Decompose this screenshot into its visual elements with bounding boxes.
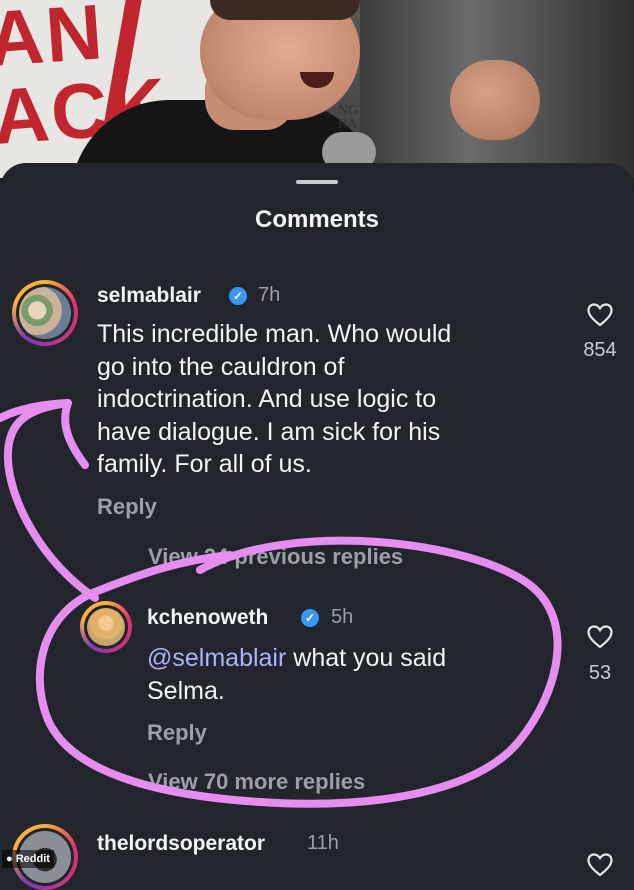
sign-text: NG RA <box>338 103 359 132</box>
like-count: 854 <box>583 339 617 361</box>
mention-link[interactable]: @selmablair <box>147 644 286 672</box>
watermark-text: Reddit <box>15 853 50 865</box>
speaker-fist <box>450 60 540 140</box>
reply-button[interactable]: Reply <box>97 494 157 520</box>
like-count: 53 <box>588 662 612 684</box>
heart-icon[interactable] <box>587 303 613 327</box>
verified-badge-icon: ✓ <box>301 609 319 627</box>
comment-username[interactable]: thelordsoperator <box>97 832 265 856</box>
comment-text: This incredible man. Who would go into t… <box>97 320 452 478</box>
avatar-image <box>19 287 71 339</box>
verified-badge-icon: ✓ <box>229 287 247 305</box>
heart-icon[interactable] <box>587 625 613 649</box>
comment-time: 11h <box>307 832 339 854</box>
comment-time: 7h <box>258 284 281 306</box>
reply-button[interactable]: Reply <box>147 720 207 746</box>
view-previous-replies-link[interactable]: View 24 previous replies <box>148 544 403 570</box>
reddit-logo-icon: ● Reddit <box>2 850 54 868</box>
avatar-kchenoweth[interactable] <box>80 601 132 653</box>
video-thumbnail[interactable]: AN ACK NG RA <box>0 0 634 178</box>
sheet-drag-handle[interactable] <box>296 180 338 184</box>
heart-icon[interactable] <box>587 853 613 877</box>
comment-username[interactable]: selmablair <box>97 284 201 308</box>
avatar-image <box>87 608 125 646</box>
reply-text: @selmablair what you said Selma. <box>147 642 547 707</box>
comments-sheet <box>0 163 634 870</box>
reply-time: 5h <box>331 606 354 628</box>
view-more-replies-link[interactable]: View 70 more replies <box>148 769 365 795</box>
reply-username[interactable]: kchenoweth <box>147 606 268 630</box>
speaker-hair <box>210 0 360 20</box>
avatar-selmablair[interactable] <box>12 280 78 346</box>
comments-title: Comments <box>254 206 380 233</box>
